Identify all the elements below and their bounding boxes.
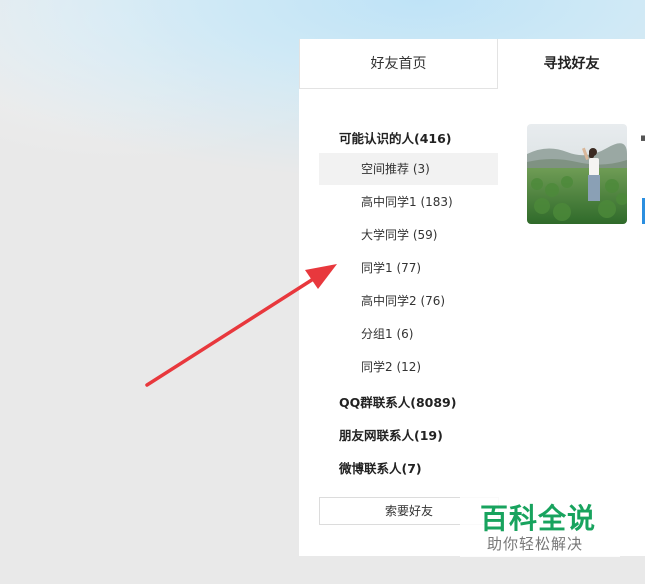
watermark: 百科全说 助你轻松解决 [460, 493, 620, 557]
watermark-title: 百科全说 [480, 502, 597, 535]
watermark-subtitle: 助你轻松解决 [487, 535, 584, 553]
